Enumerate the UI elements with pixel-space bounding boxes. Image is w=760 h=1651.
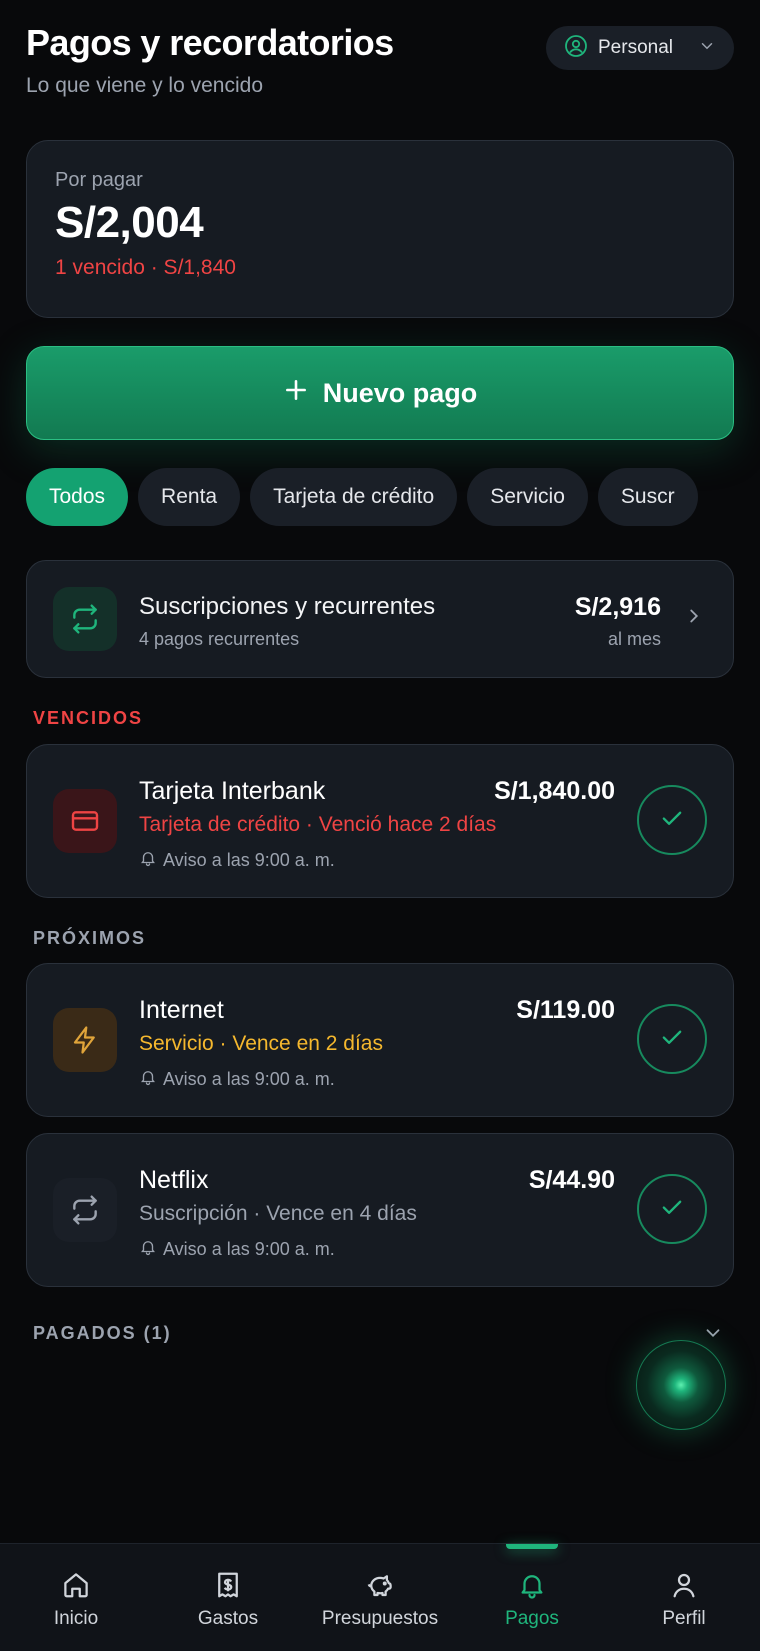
reminder-text: Aviso a las 9:00 a. m. (163, 850, 335, 870)
tab-presupuestos[interactable]: Presupuestos (304, 1544, 456, 1651)
check-icon (658, 1023, 686, 1056)
payment-reminder: Aviso a las 9:00 a. m. (139, 1068, 335, 1091)
account-switcher[interactable]: Personal (546, 26, 734, 70)
payment-meta: Tarjeta de crédito · Venció hace 2 días (139, 813, 497, 836)
page-subtitle: Lo que viene y lo vencido (26, 74, 263, 97)
payment-amount: S/44.90 (528, 1166, 615, 1194)
tab-perfil[interactable]: Perfil (608, 1544, 760, 1651)
payment-name: Netflix (139, 1166, 209, 1194)
home-icon (61, 1568, 91, 1602)
active-tab-indicator (506, 1544, 558, 1549)
filter-chip-servicio[interactable]: Servicio (467, 468, 588, 526)
filter-chip-renta[interactable]: Renta (138, 468, 241, 526)
payment-amount: S/1,840.00 (494, 777, 615, 805)
subscriptions-period: al mes (607, 629, 661, 649)
header: Pagos y recordatorios Lo que viene y lo … (26, 22, 734, 112)
bell-icon (517, 1568, 547, 1602)
check-icon (658, 1193, 686, 1226)
assistant-orb-button[interactable] (636, 1340, 726, 1430)
payment-card[interactable]: Tarjeta Interbank Tarjeta de crédito · V… (26, 744, 734, 898)
payment-amount: S/119.00 (516, 996, 615, 1024)
credit-card-icon (53, 789, 117, 853)
reminder-text: Aviso a las 9:00 a. m. (163, 1239, 335, 1259)
bell-icon (139, 1068, 157, 1091)
tab-inicio[interactable]: Inicio (0, 1544, 152, 1651)
bottom-tab-bar: Inicio Gastos Presupuestos Pagos Perfil (0, 1543, 760, 1651)
payment-name: Internet (139, 996, 224, 1024)
mark-paid-button[interactable] (637, 1004, 707, 1074)
payment-meta: Suscripción · Vence en 4 días (139, 1202, 417, 1225)
new-payment-label: Nuevo pago (322, 377, 478, 408)
user-icon (669, 1568, 699, 1602)
section-paid-toggle[interactable]: PAGADOS (1) (33, 1323, 172, 1344)
chevron-right-icon (683, 605, 705, 632)
tab-pagos[interactable]: Pagos (456, 1544, 608, 1651)
bell-icon (139, 849, 157, 872)
filter-chip-suscripcion[interactable]: Suscr (597, 468, 698, 526)
subscriptions-title: Suscripciones y recurrentes (139, 593, 436, 620)
account-label: Personal (598, 37, 673, 58)
payment-reminder: Aviso a las 9:00 a. m. (139, 1238, 335, 1261)
filter-chips: Todos Renta Tarjeta de crédito Servicio Susc… (26, 468, 742, 526)
chevron-down-icon (698, 37, 716, 60)
user-circle-icon (564, 34, 588, 63)
payment-card[interactable]: Internet Servicio · Vence en 2 días Avis… (26, 963, 734, 1117)
filter-chip-tarjeta[interactable]: Tarjeta de crédito (250, 468, 458, 526)
subscriptions-amount: S/2,916 (574, 593, 661, 621)
payment-reminder: Aviso a las 9:00 a. m. (139, 849, 335, 872)
summary-label: Por pagar (55, 169, 143, 191)
summary-overdue: 1 vencido · S/1,840 (55, 256, 236, 279)
summary-amount: S/2,004 (55, 198, 204, 247)
section-upcoming: PRÓXIMOS (33, 928, 147, 948)
repeat-icon (53, 587, 117, 651)
chevron-down-icon[interactable] (702, 1322, 724, 1349)
tab-label: Perfil (662, 1608, 706, 1629)
subscriptions-subtitle: 4 pagos recurrentes (139, 629, 300, 649)
reminder-text: Aviso a las 9:00 a. m. (163, 1069, 335, 1089)
section-overdue: VENCIDOS (33, 708, 144, 728)
tab-label: Presupuestos (321, 1608, 439, 1629)
check-icon (658, 804, 686, 837)
piggy-bank-icon (364, 1568, 396, 1602)
subscriptions-card[interactable]: Suscripciones y recurrentes 4 pagos recu… (26, 560, 734, 678)
receipt-icon (213, 1568, 243, 1602)
payment-name: Tarjeta Interbank (139, 777, 326, 805)
plus-icon (283, 375, 309, 409)
tab-label: Pagos (505, 1608, 559, 1629)
lightning-icon (53, 1008, 117, 1072)
tab-label: Inicio (53, 1608, 99, 1629)
payment-meta: Servicio · Vence en 2 días (139, 1032, 383, 1055)
payment-card[interactable]: Netflix Suscripción · Vence en 4 días Av… (26, 1133, 734, 1287)
mark-paid-button[interactable] (637, 1174, 707, 1244)
new-payment-button[interactable]: Nuevo pago (26, 346, 734, 440)
filter-chip-todos[interactable]: Todos (26, 468, 129, 526)
repeat-icon (53, 1178, 117, 1242)
tab-gastos[interactable]: Gastos (152, 1544, 304, 1651)
summary-card: Por pagar S/2,004 1 vencido · S/1,840 (26, 140, 734, 318)
mark-paid-button[interactable] (637, 785, 707, 855)
tab-label: Gastos (197, 1608, 259, 1629)
bell-icon (139, 1238, 157, 1261)
